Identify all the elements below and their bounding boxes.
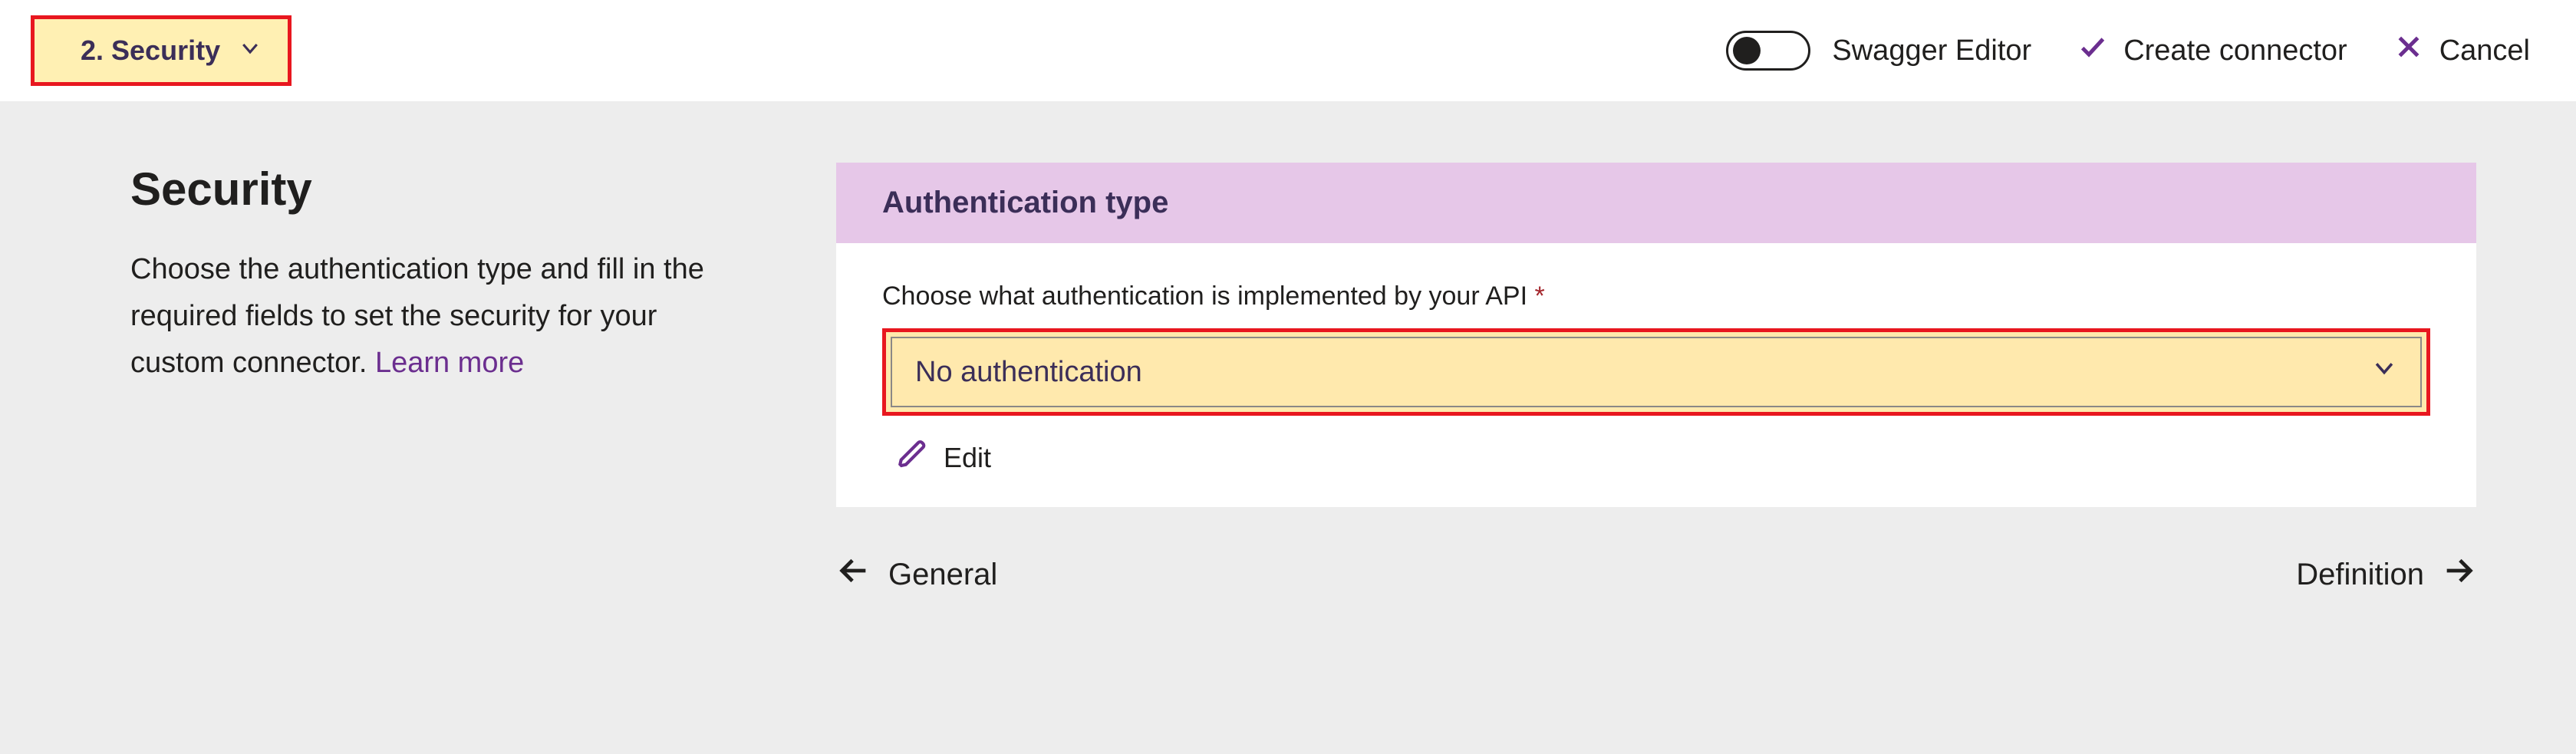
auth-type-value: No authentication [915, 356, 1142, 389]
auth-type-select-highlight: No authentication [882, 328, 2430, 416]
field-label: Choose what authentication is implemente… [882, 282, 2430, 311]
nav-prev-label: General [888, 558, 997, 592]
arrow-left-icon [836, 553, 871, 596]
step-dropdown[interactable]: 2. Security [31, 15, 292, 86]
swagger-toggle[interactable] [1726, 31, 1810, 71]
pencil-icon [898, 439, 928, 476]
create-connector-label: Create connector [2123, 35, 2347, 67]
page-heading: Security [130, 163, 729, 216]
swagger-label: Swagger Editor [1832, 35, 2031, 67]
arrow-right-icon [2441, 553, 2476, 596]
field-label-text: Choose what authentication is implemente… [882, 282, 1527, 311]
left-column: Security Choose the authentication type … [130, 163, 729, 386]
cancel-label: Cancel [2439, 35, 2530, 67]
page-description: Choose the authentication type and fill … [130, 246, 729, 386]
card-body: Choose what authentication is implemente… [836, 243, 2476, 507]
edit-label: Edit [944, 442, 991, 474]
chevron-down-icon [239, 35, 262, 67]
close-icon [2393, 31, 2424, 70]
required-asterisk: * [1535, 282, 1545, 311]
nav-next-label: Definition [2296, 558, 2424, 592]
swagger-toggle-group: Swagger Editor [1726, 31, 2031, 71]
topbar: 2. Security Swagger Editor Create connec… [0, 0, 2576, 101]
check-icon [2077, 31, 2108, 70]
step-label: 2. Security [81, 35, 220, 67]
chevron-down-icon [2371, 355, 2397, 389]
toggle-knob [1733, 37, 1761, 64]
nav-prev[interactable]: General [836, 553, 997, 596]
create-connector-button[interactable]: Create connector [2077, 31, 2347, 70]
auth-type-select[interactable]: No authentication [891, 337, 2422, 407]
cancel-button[interactable]: Cancel [2393, 31, 2530, 70]
main-area: Security Choose the authentication type … [0, 101, 2576, 754]
edit-button[interactable]: Edit [882, 439, 2430, 476]
card-header: Authentication type [836, 163, 2476, 243]
right-column: Authentication type Choose what authenti… [836, 163, 2476, 596]
step-nav: General Definition [836, 553, 2476, 596]
nav-next[interactable]: Definition [2296, 553, 2476, 596]
topbar-actions: Swagger Editor Create connector Cancel [1726, 31, 2530, 71]
auth-card: Authentication type Choose what authenti… [836, 163, 2476, 507]
learn-more-link[interactable]: Learn more [375, 347, 524, 379]
